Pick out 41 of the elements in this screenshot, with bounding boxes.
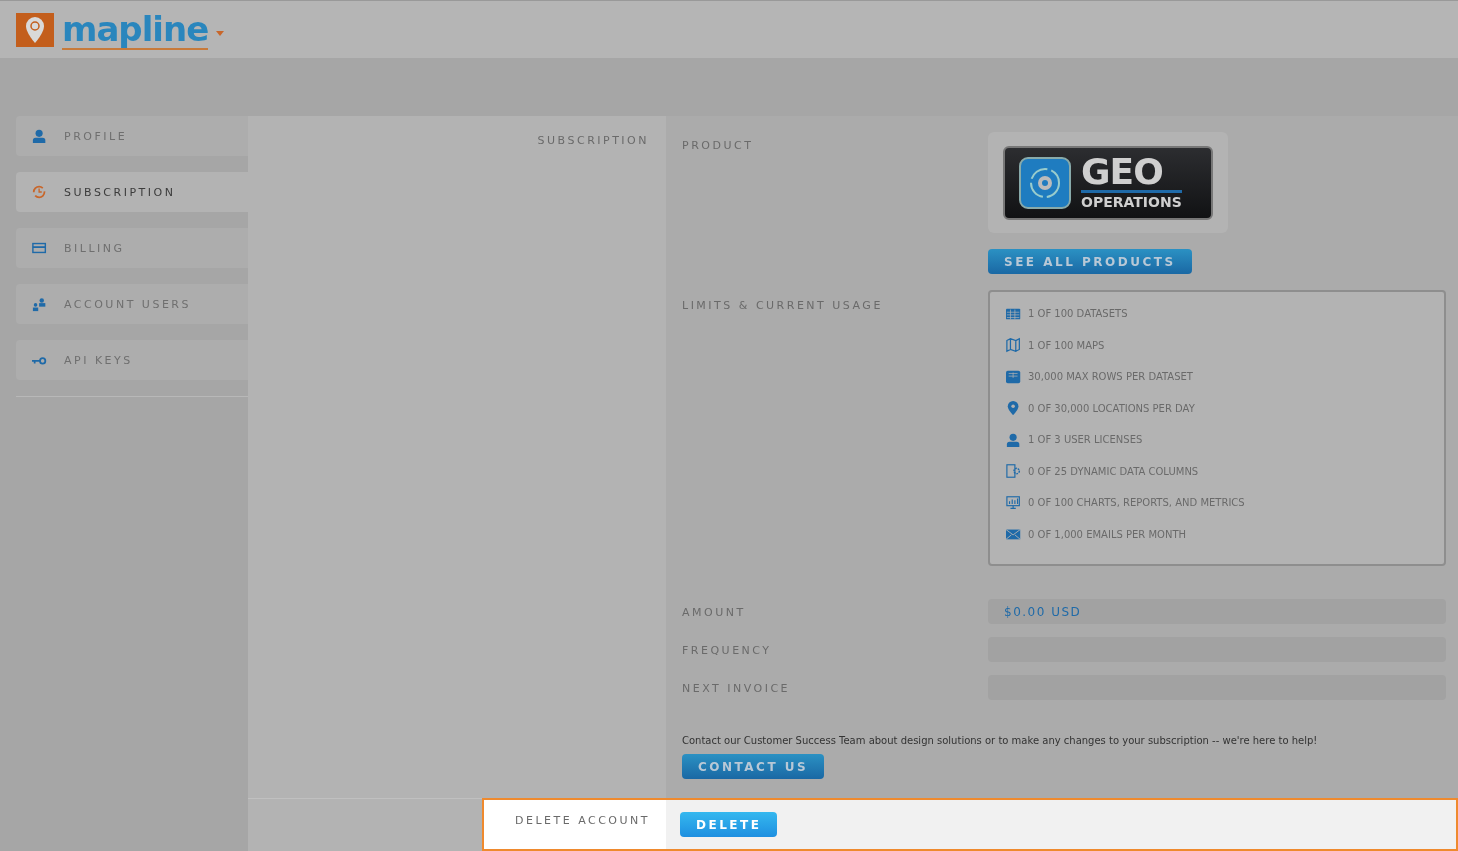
field-label: NEXT INVOICE <box>682 682 791 695</box>
column-gear-icon <box>1006 463 1022 480</box>
logo-title: GEO <box>1081 154 1182 193</box>
credit-card-icon <box>32 240 48 256</box>
limit-text: 0 OF 100 CHARTS, REPORTS, AND METRICS <box>1028 497 1245 509</box>
sidebar-item[interactable]: SUBSCRIPTION <box>16 172 248 212</box>
users-icon <box>32 296 48 312</box>
contact-text: Contact our Customer Success Team about design solutions or to make any changes to your subscription -- we're here to help! <box>682 735 1318 746</box>
map-icon <box>1006 337 1022 354</box>
sidebar-item[interactable]: PROFILE <box>16 116 248 156</box>
delete-button[interactable]: DELETE <box>680 812 778 837</box>
limit-text: 1 OF 3 USER LICENSES <box>1028 434 1143 446</box>
person-icon <box>1006 431 1022 448</box>
delete-account-label: DELETE ACCOUNT <box>515 814 650 829</box>
chart-monitor-icon <box>1006 494 1022 511</box>
field-label: AMOUNT <box>682 606 746 619</box>
field-label: LIMITS & CURRENT USAGE <box>682 299 883 312</box>
person-icon <box>32 128 48 144</box>
limit-text: 1 OF 100 DATASETS <box>1028 308 1128 320</box>
envelope-icon <box>1006 526 1022 543</box>
gear-cycle-icon <box>1019 156 1071 209</box>
field-label: FREQUENCY <box>682 644 772 657</box>
field-label: PRODUCT <box>682 139 754 152</box>
sidebar-item[interactable]: BILLING <box>16 228 248 268</box>
table-rows-icon <box>1006 368 1022 385</box>
clock-cycle-icon <box>32 184 48 200</box>
caret-icon[interactable] <box>216 31 225 36</box>
contact-us-button[interactable]: CONTACT US <box>682 754 825 779</box>
logo-text: mapline <box>62 9 209 50</box>
logo-pin-icon <box>16 12 54 47</box>
limit-text: 0 OF 30,000 LOCATIONS PER DAY <box>1028 402 1195 414</box>
limit-text: 0 OF 1,000 EMAILS PER MONTH <box>1028 528 1187 540</box>
limit-text: 1 OF 100 MAPS <box>1028 339 1105 351</box>
value-field: $0.00 USD <box>988 599 1446 624</box>
see-all-products-button[interactable]: SEE ALL PRODUCTS <box>988 249 1192 274</box>
sidebar-item[interactable]: API KEYS <box>16 340 248 380</box>
section-title: SUBSCRIPTION <box>537 134 649 147</box>
logo-subtitle: OPERATIONS <box>1081 193 1182 211</box>
limit-text: 0 OF 25 DYNAMIC DATA COLUMNS <box>1028 465 1199 477</box>
limit-text: 30,000 MAX ROWS PER DATASET <box>1028 371 1193 383</box>
sidebar-item[interactable]: ACCOUNT USERS <box>16 284 248 324</box>
